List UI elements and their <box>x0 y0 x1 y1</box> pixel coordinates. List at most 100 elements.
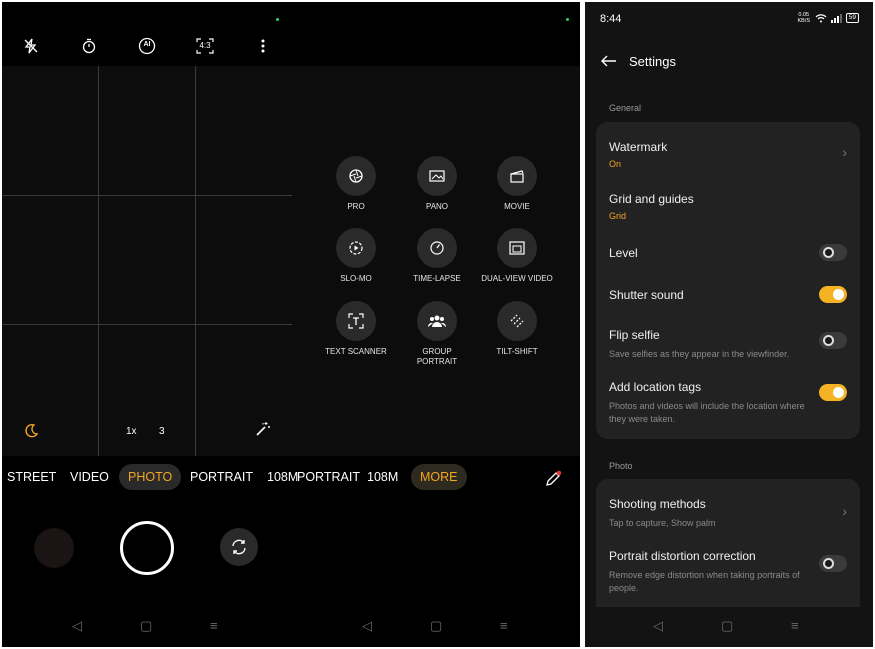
shooting-methods-title: Shooting methods <box>609 497 706 511</box>
nav-recents-icon[interactable]: ≡ <box>210 618 218 633</box>
portrait-distortion-desc: Remove edge distortion when taking portr… <box>609 570 800 593</box>
mode-street[interactable]: STREET <box>2 464 65 490</box>
mode-tile-label: PRO <box>347 202 365 211</box>
flip-selfie-row[interactable]: Flip selfie Save selfies as they appear … <box>609 328 847 361</box>
net-speed: 0.05 KB/S <box>797 12 811 24</box>
flip-selfie-title: Flip selfie <box>609 328 660 342</box>
nav-back-icon[interactable]: ◁ <box>653 618 663 634</box>
level-row[interactable]: Level <box>609 244 847 261</box>
camera-screen: AI 4:3 1x 3 STREET VIDEO PHOTO PORTRAIT … <box>2 2 292 647</box>
portrait-distortion-title: Portrait distortion correction <box>609 549 756 563</box>
watermark-title: Watermark <box>609 140 668 154</box>
timer-icon[interactable] <box>81 38 97 54</box>
group-icon <box>417 301 457 341</box>
mode-video[interactable]: VIDEO <box>61 464 118 490</box>
section-photo: Photo <box>609 461 633 471</box>
nav-recents-icon[interactable]: ≡ <box>791 618 799 633</box>
gallery-thumbnail[interactable] <box>34 528 74 568</box>
mode-tile-label: PANO <box>425 202 449 211</box>
grid-guides-value: Grid <box>609 211 627 221</box>
location-tags-toggle[interactable] <box>819 384 847 401</box>
portrait-distortion-toggle[interactable] <box>819 555 847 572</box>
mode-tile-movie[interactable]: MOVIE <box>477 156 557 212</box>
nav-back-icon[interactable]: ◁ <box>362 618 372 634</box>
panorama-icon <box>417 156 457 196</box>
wifi-icon <box>815 13 827 22</box>
mode-tile-group-portrait[interactable]: GROUP PORTRAIT <box>397 301 477 367</box>
privacy-indicator-dot <box>566 18 569 21</box>
mode-more[interactable]: MORE <box>411 464 467 490</box>
flip-selfie-desc: Save selfies as they appear in the viewf… <box>609 349 790 359</box>
aspect-ratio-icon[interactable]: 4:3 <box>196 38 214 54</box>
shutter-sound-title: Shutter sound <box>609 288 684 302</box>
zoom-3x[interactable]: 3 <box>159 426 165 437</box>
mode-tile-label: TEXT SCANNER <box>325 347 387 356</box>
mode-tile-label: TIME-LAPSE <box>413 274 461 283</box>
mode-tile-pano[interactable]: PANO <box>397 156 477 212</box>
nav-back-icon[interactable]: ◁ <box>72 618 82 634</box>
mode-tile-dual-view-video[interactable]: DUAL-VIEW VIDEO <box>477 228 557 284</box>
portrait-distortion-row[interactable]: Portrait distortion correction Remove ed… <box>609 549 847 595</box>
nav-home-icon[interactable]: ▢ <box>140 618 152 634</box>
mode-tile-tilt-shift[interactable]: TILT-SHIFT <box>477 301 557 357</box>
aspect-ratio-label: 4:3 <box>199 41 211 50</box>
ai-icon[interactable]: AI <box>138 37 156 55</box>
section-general: General <box>609 103 642 113</box>
mode-photo[interactable]: PHOTO <box>119 464 182 490</box>
page-title: Settings <box>629 54 676 69</box>
mode-tile-label: DUAL-VIEW VIDEO <box>481 274 553 283</box>
nav-bar: ◁ ▢ ≡ <box>2 607 292 647</box>
location-tags-row[interactable]: Add location tags Photos and videos will… <box>609 380 847 426</box>
nav-home-icon[interactable]: ▢ <box>430 618 442 634</box>
flash-off-icon[interactable] <box>23 38 39 54</box>
grid-line <box>2 195 292 196</box>
settings-screen: 8:44 0.05 KB/S 59 Settings General Water… <box>585 2 873 647</box>
grid-guides-row[interactable]: Grid and guides Grid <box>609 192 847 221</box>
dual-view-icon <box>497 228 537 268</box>
status-icons: 0.05 KB/S 59 <box>797 12 859 24</box>
grid-line <box>2 324 292 325</box>
mode-tile-pro[interactable]: PRO <box>316 156 396 212</box>
slow-motion-icon <box>336 228 376 268</box>
grid-line <box>98 66 99 456</box>
shooting-methods-desc: Tap to capture, Show palm <box>609 518 716 528</box>
mode-portrait[interactable]: PORTRAIT <box>181 464 262 490</box>
shooting-methods-row[interactable]: Shooting methods Tap to capture, Show pa… <box>609 497 847 530</box>
mode-tile-label: SLO-MO <box>340 274 372 283</box>
text-scanner-icon <box>336 301 376 341</box>
tilt-shift-icon <box>497 301 537 341</box>
shutter-sound-toggle[interactable] <box>819 286 847 303</box>
switch-camera-icon[interactable] <box>220 528 258 566</box>
mode-tile-slo-mo[interactable]: SLO-MO <box>316 228 396 284</box>
nav-recents-icon[interactable]: ≡ <box>500 618 508 633</box>
watermark-row[interactable]: Watermark On › <box>609 140 847 169</box>
location-tags-desc: Photos and videos will include the locat… <box>609 401 805 424</box>
photo-card: Shooting methods Tap to capture, Show pa… <box>596 479 860 619</box>
nav-bar: ◁ ▢ ≡ <box>292 607 580 647</box>
night-mode-icon[interactable] <box>23 423 39 439</box>
mode-tile-time-lapse[interactable]: TIME-LAPSE <box>397 228 477 284</box>
shutter-sound-row[interactable]: Shutter sound <box>609 286 847 303</box>
mode-108m[interactable]: 108M <box>358 464 407 490</box>
zoom-1x[interactable]: 1x <box>126 426 137 437</box>
nav-home-icon[interactable]: ▢ <box>721 618 733 634</box>
back-arrow-icon[interactable] <box>601 55 617 67</box>
chevron-right-icon: › <box>842 503 847 519</box>
more-icon[interactable] <box>260 38 266 54</box>
grid-line <box>195 66 196 456</box>
shutter-button[interactable] <box>120 521 174 575</box>
viewfinder[interactable] <box>2 66 292 456</box>
level-toggle[interactable] <box>819 244 847 261</box>
more-modes-screen: PRO PANO MOVIE SLO-MO TIME-LAPSE DUAL-VI… <box>292 2 580 647</box>
camera-top-bar: AI 4:3 <box>2 32 292 64</box>
mode-tile-label: TILT-SHIFT <box>496 347 538 356</box>
watermark-value: On <box>609 159 622 169</box>
time-lapse-icon <box>417 228 457 268</box>
mode-tile-text-scanner[interactable]: TEXT SCANNER <box>316 301 396 357</box>
flip-selfie-toggle[interactable] <box>819 332 847 349</box>
mode-108m[interactable]: 108M <box>258 464 292 490</box>
signal-icon <box>830 13 842 23</box>
chevron-right-icon: › <box>842 144 847 160</box>
edit-pencil-icon[interactable] <box>544 470 562 488</box>
magic-wand-icon[interactable] <box>255 421 271 437</box>
